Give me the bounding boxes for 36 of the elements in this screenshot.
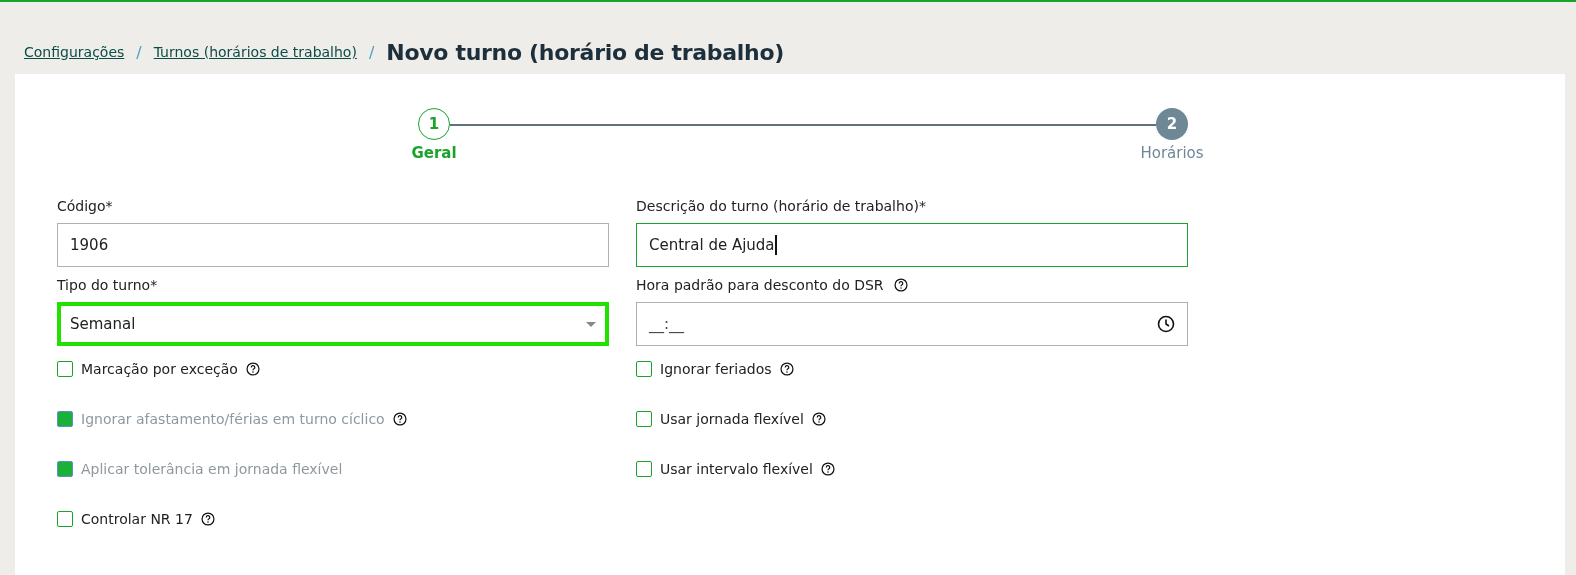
- checkbox[interactable]: [636, 361, 652, 377]
- help-icon[interactable]: [245, 362, 260, 376]
- clock-icon[interactable]: [1157, 315, 1175, 333]
- checkbox[interactable]: [636, 411, 652, 427]
- help-icon[interactable]: [811, 412, 826, 426]
- help-icon[interactable]: [820, 462, 835, 476]
- field-label: Tipo do turno*: [57, 277, 158, 293]
- checkbox-label: Usar jornada flexível: [660, 411, 804, 427]
- page-title: Novo turno (horário de trabalho): [386, 39, 784, 65]
- checkbox-label: Aplicar tolerância em jornada flexível: [81, 461, 343, 477]
- checkbox-label: Ignorar feriados: [660, 361, 772, 377]
- checkbox[interactable]: [57, 361, 73, 377]
- field-label: Descrição do turno (horário de trabalho)*: [636, 198, 926, 214]
- checkbox-label: Ignorar afastamento/férias em turno cíclico: [81, 411, 385, 427]
- breadcrumb-link[interactable]: Turnos (horários de trabalho): [153, 44, 357, 60]
- dropdown[interactable]: Semanal: [57, 302, 609, 346]
- field-label: Código*: [57, 198, 113, 214]
- field-label: Hora padrão para desconto do DSR: [636, 277, 884, 293]
- checkbox[interactable]: [636, 461, 652, 477]
- breadcrumb-link[interactable]: Configurações: [24, 44, 125, 60]
- step-circle[interactable]: 2: [1156, 108, 1188, 140]
- breadcrumb-separator: /: [368, 42, 375, 62]
- checkbox-label: Controlar NR 17: [81, 511, 193, 527]
- checkbox-label: Usar intervalo flexível: [660, 461, 813, 477]
- text-field[interactable]: Central de Ajuda: [636, 223, 1188, 267]
- help-icon[interactable]: [893, 278, 908, 292]
- checkbox[interactable]: [57, 511, 73, 527]
- step-label: Horários: [1140, 144, 1204, 162]
- caret-icon: [586, 321, 596, 327]
- time-field[interactable]: __:__: [636, 302, 1188, 346]
- help-icon[interactable]: [779, 362, 794, 376]
- checkbox-label: Marcação por exceção: [81, 361, 238, 377]
- breadcrumb-separator: /: [136, 42, 142, 62]
- step-label: Geral: [411, 144, 457, 162]
- text-field[interactable]: 1906: [57, 223, 609, 267]
- help-icon[interactable]: [200, 512, 215, 526]
